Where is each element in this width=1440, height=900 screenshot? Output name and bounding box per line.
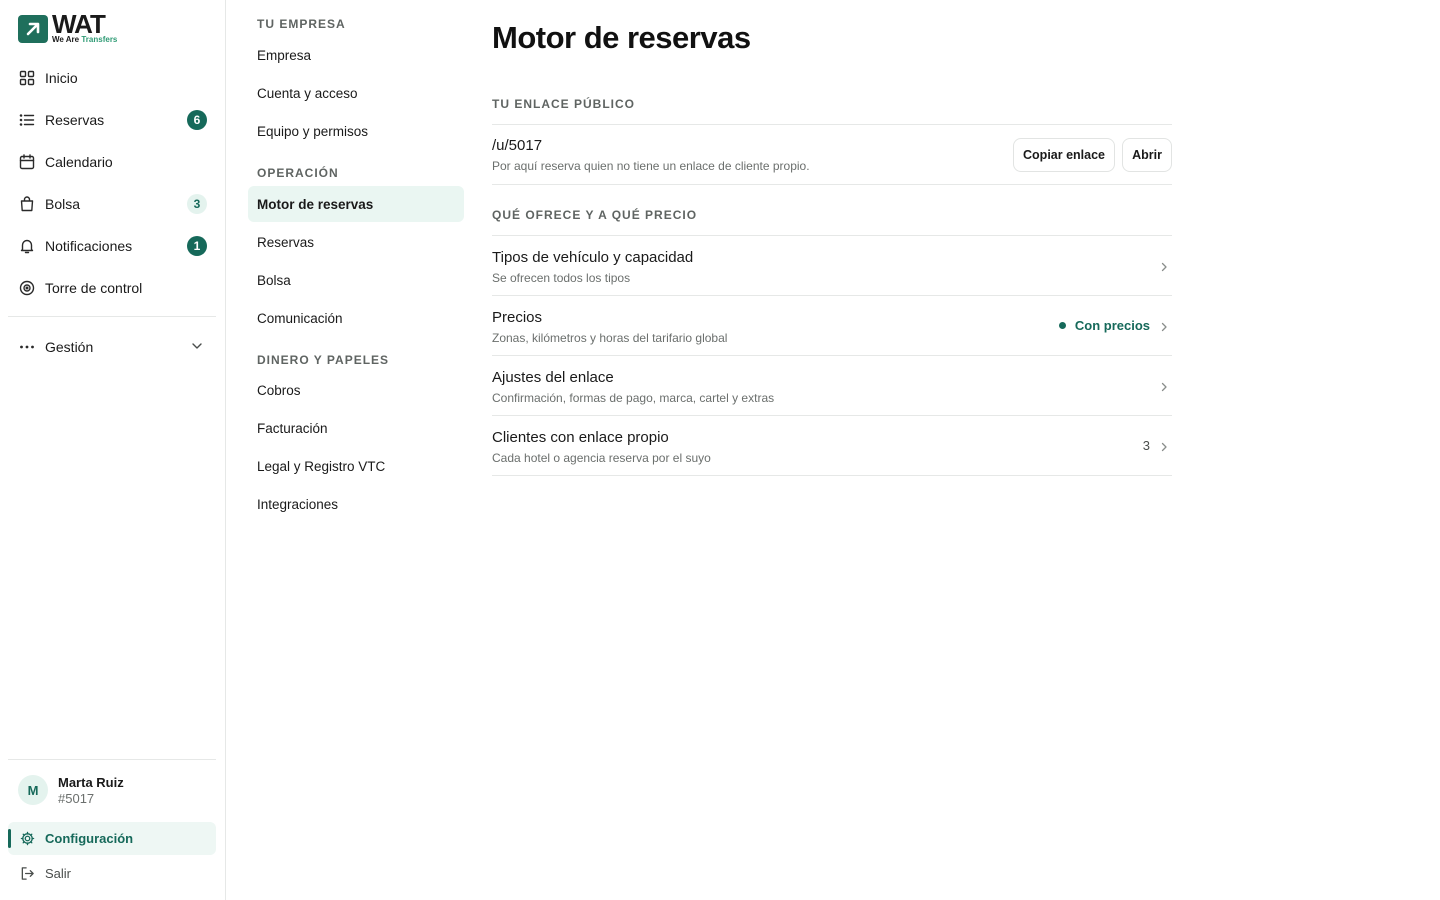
logout-icon: [18, 864, 36, 882]
section-title-public-link: TU ENLACE PÚBLICO: [492, 97, 635, 111]
sidebar-item-label: Bolsa: [45, 196, 81, 212]
settings-item-motor-de-reservas[interactable]: Motor de reservas: [248, 186, 464, 222]
settings-section-title: DINERO Y PAPELES: [257, 353, 390, 367]
sidebar-item-calendario[interactable]: Calendario: [8, 141, 216, 183]
arrow-up-right-icon: [18, 14, 48, 43]
row-title: Precios: [492, 309, 543, 326]
settings-row-prices[interactable]: Precios Zonas, kilómetros y horas del ta…: [492, 296, 1172, 356]
user-profile[interactable]: M Marta Ruiz #5017: [8, 770, 216, 810]
settings-item-legal-y-registro-vtc[interactable]: Legal y Registro VTC: [248, 448, 464, 484]
user-name: Marta Ruiz: [58, 774, 124, 790]
sidebar-item-bolsa[interactable]: Bolsa 3: [8, 183, 216, 225]
section-title-offer: QUÉ OFRECE Y A QUÉ PRECIO: [492, 208, 698, 222]
settings-item-bolsa[interactable]: Bolsa: [248, 262, 464, 298]
avatar: M: [18, 775, 48, 805]
sidebar-divider: [8, 316, 216, 317]
notificaciones-count-badge: 1: [187, 236, 207, 256]
row-description: Cada hotel o agencia reserva por el suyo: [492, 451, 711, 465]
bag-icon: [18, 195, 36, 213]
list-icon: [18, 111, 36, 129]
sidebar: WAT We Are Transfers Inicio Reservas 6 C…: [0, 0, 226, 900]
sidebar-item-label: Notificaciones: [45, 238, 133, 254]
settings-item-comunicacion[interactable]: Comunicación: [248, 300, 464, 336]
settings-section-title: OPERACIÓN: [257, 166, 339, 180]
sidebar-item-label: Reservas: [45, 112, 105, 128]
settings-section-title: TU EMPRESA: [257, 17, 346, 31]
settings-row-vehicle-types[interactable]: Tipos de vehículo y capacidad Se ofrecen…: [492, 236, 1172, 296]
logout-button[interactable]: Salir: [8, 857, 216, 889]
sidebar-item-label: Configuración: [45, 831, 134, 846]
settings-item-facturacion[interactable]: Facturación: [248, 410, 464, 446]
brand-tagline: We Are Transfers: [52, 35, 118, 44]
row-title: Clientes con enlace propio: [492, 429, 669, 446]
settings-item-cobros[interactable]: Cobros: [248, 372, 464, 408]
sidebar-item-reservas[interactable]: Reservas 6: [8, 99, 216, 141]
gear-icon: [18, 830, 36, 848]
copy-link-button[interactable]: Copiar enlace: [1013, 138, 1115, 172]
settings-item-cuenta-y-acceso[interactable]: Cuenta y acceso: [248, 75, 464, 111]
user-id: #5017: [58, 790, 95, 806]
main-nav: Inicio Reservas 6 Calendario Bolsa 3 Not…: [8, 57, 216, 309]
settings-item-integraciones[interactable]: Integraciones: [248, 486, 464, 522]
divider: [492, 475, 1172, 476]
sidebar-item-label: Calendario: [45, 154, 113, 170]
chevron-right-icon: [1158, 320, 1170, 338]
target-icon: [18, 279, 36, 297]
sidebar-item-configuracion[interactable]: Configuración: [8, 822, 216, 855]
row-description: Confirmación, formas de pago, marca, car…: [492, 391, 775, 405]
public-link-path: /u/5017: [492, 137, 543, 154]
sidebar-item-torre-de-control[interactable]: Torre de control: [8, 267, 216, 309]
row-title: Tipos de vehículo y capacidad: [492, 249, 694, 266]
more-horizontal-icon: [18, 338, 36, 356]
status-badge: Con precios: [1058, 318, 1150, 333]
row-description: Se ofrecen todos los tipos: [492, 271, 631, 285]
bell-icon: [18, 237, 36, 255]
chevron-right-icon: [1158, 260, 1170, 278]
calendar-icon: [18, 153, 36, 171]
sidebar-divider: [8, 759, 216, 760]
brand-logo[interactable]: WAT We Are Transfers: [18, 9, 118, 44]
sidebar-item-label: Inicio: [45, 70, 78, 86]
public-link-description: Por aquí reserva quien no tiene un enlac…: [492, 159, 810, 173]
status-dot-icon: [1058, 322, 1066, 329]
settings-item-reservas[interactable]: Reservas: [248, 224, 464, 260]
page-title: Motor de reservas: [492, 20, 751, 55]
settings-item-empresa[interactable]: Empresa: [248, 37, 464, 73]
client-links-count: 3: [1142, 438, 1150, 453]
open-link-button[interactable]: Abrir: [1122, 138, 1172, 172]
sidebar-item-label: Torre de control: [45, 280, 143, 296]
chevron-down-icon: [190, 339, 204, 358]
logout-label: Salir: [45, 865, 72, 881]
settings-row-client-links[interactable]: Clientes con enlace propio Cada hotel o …: [492, 416, 1172, 476]
grid-icon: [18, 69, 36, 87]
sidebar-item-label: Gestión: [45, 339, 94, 355]
reservas-count-badge: 6: [187, 110, 207, 130]
settings-item-equipo-y-permisos[interactable]: Equipo y permisos: [248, 113, 464, 149]
row-description: Zonas, kilómetros y horas del tarifario …: [492, 331, 728, 345]
sidebar-item-inicio[interactable]: Inicio: [8, 57, 216, 99]
sidebar-item-gestion[interactable]: Gestión: [8, 326, 216, 368]
chevron-right-icon: [1158, 380, 1170, 398]
brand-name: WAT: [52, 9, 106, 39]
settings-row-link-settings[interactable]: Ajustes del enlace Confirmación, formas …: [492, 356, 1172, 416]
public-link-row: /u/5017 Por aquí reserva quien no tiene …: [492, 125, 1172, 185]
sidebar-item-notificaciones[interactable]: Notificaciones 1: [8, 225, 216, 267]
bolsa-count-badge: 3: [187, 194, 207, 214]
chevron-right-icon: [1158, 440, 1170, 458]
row-title: Ajustes del enlace: [492, 369, 614, 386]
divider: [492, 184, 1172, 185]
